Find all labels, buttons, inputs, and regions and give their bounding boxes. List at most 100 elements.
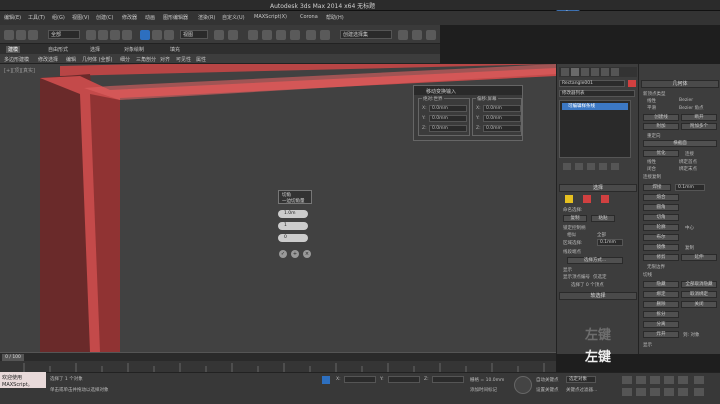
modifier-list-dropdown[interactable]: 修改器列表 [559,90,635,97]
pin-stack-icon[interactable] [563,163,571,170]
infinite-bounds-check[interactable]: 无限边界 [647,264,665,270]
tab-populate[interactable]: 填充 [170,46,180,53]
unbind-button[interactable]: 取消绑定 [681,291,717,298]
detach-button[interactable]: 分离 [643,321,679,328]
similar-radio[interactable]: 相似 [567,232,576,238]
dialog-title[interactable]: 移动变换输入 [414,86,522,95]
chamfer-button[interactable]: 切角 [643,214,679,221]
menu-item-customize[interactable]: 自定义(U) [222,14,245,21]
zoom-all-icon[interactable] [636,388,646,396]
zoom-icon[interactable] [622,388,632,396]
track-bar[interactable] [0,361,556,372]
ribbon-poly-modeling[interactable]: 多边形建模 [4,56,29,63]
undo-icon[interactable] [4,30,14,40]
zoom-extents-icon[interactable] [650,388,660,396]
chamfer-segments-field[interactable]: 1 [278,222,308,230]
ribbon-triangulation[interactable]: 三角剖分 [136,56,156,63]
fillet-button[interactable]: 圆角 [643,204,679,211]
rotate-icon[interactable] [152,30,162,40]
explode-to-objects-radio[interactable]: 到: 对象 [683,332,699,338]
time-slider[interactable]: 0 / 100 [0,352,556,361]
menu-item-graph-editors[interactable]: 图形编辑器 [163,14,188,21]
extend-button[interactable]: 延伸 [681,254,717,261]
linear-check[interactable]: 线性 [647,159,656,165]
create-tab-icon[interactable] [561,68,569,76]
selection-rollout-header[interactable]: 选择 [559,184,637,192]
cross-section-button[interactable]: 横截面 [643,140,717,147]
object-name-field[interactable]: Rectangle001 [559,80,625,87]
reorient-check[interactable]: 重定向 [647,133,661,139]
mirror-icon[interactable] [320,30,330,40]
absolute-x-field[interactable]: 0.0mm [429,105,467,112]
ref-coord-dropdown[interactable]: 视图 [180,30,208,39]
go-to-end-icon[interactable] [678,376,688,384]
divide-button[interactable]: 拆分 [643,311,679,318]
display-tab-icon[interactable] [601,68,609,76]
center-check[interactable]: 中心 [685,225,694,231]
move-transform-dialog[interactable]: 移动变换输入 绝对:世界 X: 0.0mm Y: 0.0mm Z: 0.0mm … [413,85,523,141]
refine-button[interactable]: 优化 [643,150,679,157]
key-selection-dropdown[interactable]: 选定对象 [566,376,596,383]
z-coord-field[interactable] [432,376,464,383]
segment-end-check[interactable]: 线段端点 [563,249,581,255]
auto-key-button[interactable]: 自动关键点 [536,377,559,383]
modifier-stack[interactable]: 可编辑样条线 [559,100,631,158]
add-time-tag-button[interactable]: 添加时间标记 [470,387,497,393]
edit-named-sel-icon[interactable] [306,30,316,40]
chamfer-amount-field[interactable]: 1.0m [278,210,308,218]
percent-snap-icon[interactable] [276,30,286,40]
tab-object-paint[interactable]: 对象绘制 [124,46,144,53]
select-by-button[interactable]: 选择方式... [567,257,623,264]
segment-mode-icon[interactable] [583,195,591,203]
closed-check[interactable]: 闭合 [647,166,656,172]
link-icon[interactable] [28,30,38,40]
ribbon-geometry-all[interactable]: 几何体 (全部) [82,56,113,63]
next-frame-icon[interactable] [664,376,674,384]
time-slider-thumb[interactable]: 0 / 100 [2,354,24,361]
offset-z-field[interactable]: 0.0mm [483,125,521,132]
menu-item-create[interactable]: 创建(C) [96,14,113,21]
lock-selection-icon[interactable] [322,376,330,384]
offset-y-field[interactable]: 0.0mm [483,115,521,122]
boolean-button[interactable]: 布尔 [643,234,679,241]
fuse-button[interactable]: 熔合 [643,194,679,201]
break-button[interactable]: 断开 [681,114,717,121]
x-coord-field[interactable] [344,376,376,383]
menu-item-animation[interactable]: 动画 [145,14,155,21]
select-object-icon[interactable] [86,30,96,40]
go-to-start-icon[interactable] [622,376,632,384]
trim-button[interactable]: 修剪 [643,254,679,261]
close-button[interactable]: 关闭 [681,301,717,308]
paste-sel-button[interactable]: 粘贴 [591,215,615,222]
caddy-ok-icon[interactable]: ✓ [279,250,287,258]
all-radio[interactable]: 全部 [597,232,606,238]
tab-selection[interactable]: 选择 [90,46,100,53]
tab-modeling[interactable]: 建模 [6,46,21,53]
layer-icon[interactable] [398,30,408,40]
menu-item-corona[interactable]: Corona [300,14,318,20]
menu-item-tools[interactable]: 工具(T) [28,14,45,21]
vertex-mode-icon[interactable] [565,195,573,203]
maxscript-listener[interactable]: 欢迎使用 MAXScript。 [0,372,46,388]
show-end-result-icon[interactable] [575,163,583,170]
play-icon[interactable] [650,376,660,384]
scale-icon[interactable] [164,30,174,40]
attach-button[interactable]: 附加 [643,123,679,130]
menu-item-modifiers[interactable]: 修改器 [122,14,137,21]
absolute-z-field[interactable]: 0.0mm [429,125,467,132]
smooth-radio[interactable]: 平滑 [647,105,656,111]
tab-freeform[interactable]: 自由形式 [48,46,68,53]
render-setup-icon[interactable] [412,30,422,40]
object-color-swatch[interactable] [628,80,636,87]
connect-check[interactable]: 连接 [685,151,694,157]
bezier-radio[interactable]: Bezier [679,98,693,103]
ribbon-modify-selection[interactable]: 修改选择 [38,56,58,63]
pivot-icon[interactable] [214,30,224,40]
prev-frame-icon[interactable] [636,376,646,384]
utilities-tab-icon[interactable] [611,68,619,76]
set-key-mode-icon[interactable] [514,376,532,394]
ribbon-subdivision[interactable]: 细分 [120,56,130,63]
explode-button[interactable]: 炸开 [643,331,679,338]
snap-icon[interactable] [248,30,258,40]
attach-mult-button[interactable]: 附加多个 [681,123,717,130]
